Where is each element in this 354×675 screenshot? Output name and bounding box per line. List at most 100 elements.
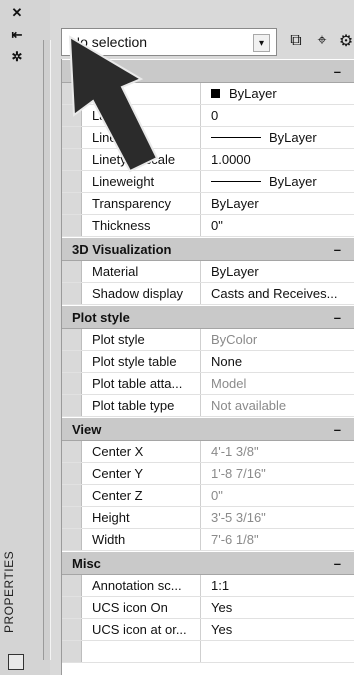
property-value-text: 3'-5 3/16"	[211, 510, 266, 525]
property-value[interactable]: 1:1	[201, 575, 354, 596]
property-row[interactable]: Center Y 1'-8 7/16"	[62, 463, 354, 485]
property-name: UCS icon at or...	[82, 619, 201, 640]
property-value[interactable]: 0"	[201, 485, 354, 506]
property-row[interactable]: Annotation sc... 1:1	[62, 575, 354, 597]
property-value[interactable]	[201, 641, 354, 662]
section-title: 3D Visualization	[72, 241, 172, 257]
selection-toolbar: No selection ▾ ⧉ ⌖ ⚙	[61, 28, 354, 58]
property-value[interactable]: Yes	[201, 597, 354, 618]
property-row[interactable]: UCS icon On Yes	[62, 597, 354, 619]
property-row[interactable]: Plot style table None	[62, 351, 354, 373]
property-value[interactable]: 3'-5 3/16"	[201, 507, 354, 528]
section-header-misc[interactable]: Misc –	[62, 551, 354, 575]
property-value-text: ByLayer	[229, 86, 277, 101]
property-value-text: 1:1	[211, 578, 230, 593]
property-value-text: 7'-6 1/8"	[211, 532, 259, 547]
property-value[interactable]: 4'-1 3/8"	[201, 441, 354, 462]
property-row[interactable]: Width 7'-6 1/8"	[62, 529, 354, 551]
property-row[interactable]: UCS icon at or... Yes	[62, 619, 354, 641]
property-value[interactable]: 0"	[201, 215, 354, 236]
property-name: Transparency	[82, 193, 201, 214]
property-value[interactable]: Casts and Receives...	[201, 283, 354, 304]
section-header-plot-style[interactable]: Plot style –	[62, 305, 354, 329]
property-value-text: Yes	[211, 600, 233, 615]
property-row[interactable]: Color ByLayer	[62, 83, 354, 105]
row-gutter	[62, 261, 82, 282]
close-icon[interactable]: ✕	[8, 5, 26, 20]
property-value[interactable]: ByLayer	[201, 127, 354, 148]
property-value[interactable]: 1.0000	[201, 149, 354, 170]
property-row[interactable]: Layer 0	[62, 105, 354, 127]
property-value[interactable]: Model	[201, 373, 354, 394]
row-gutter	[62, 149, 82, 170]
property-value-text: 0"	[211, 218, 223, 233]
collapse-icon[interactable]: –	[334, 556, 341, 571]
property-value[interactable]: 7'-6 1/8"	[201, 529, 354, 550]
property-value-text: Model	[211, 376, 247, 391]
selection-dropdown[interactable]: No selection ▾	[61, 28, 277, 56]
toggle-pickadd-icon[interactable]: ⧉	[285, 30, 307, 52]
property-value[interactable]: ByLayer	[201, 193, 354, 214]
row-gutter	[62, 641, 82, 662]
property-value[interactable]: 1'-8 7/16"	[201, 463, 354, 484]
palette-resize-rail[interactable]	[43, 40, 51, 660]
collapse-icon[interactable]: –	[334, 242, 341, 257]
auto-hide-icon[interactable]: ⇤	[8, 27, 26, 42]
row-gutter	[62, 395, 82, 416]
section-header-3d-visualization[interactable]: 3D Visualization –	[62, 237, 354, 261]
property-value[interactable]: ByColor	[201, 329, 354, 350]
property-name: Shadow display	[82, 283, 201, 304]
row-gutter	[62, 507, 82, 528]
row-gutter	[62, 441, 82, 462]
property-value[interactable]: ByLayer	[201, 261, 354, 282]
property-row[interactable]: Plot table type Not available	[62, 395, 354, 417]
palette-title-strip: ✕ ⇤ ✲ PROPERTIES	[0, 0, 51, 675]
properties-menu-icon[interactable]: ✲	[8, 49, 26, 64]
property-value[interactable]: 0	[201, 105, 354, 126]
chevron-down-icon[interactable]: ▾	[253, 34, 270, 52]
collapse-icon[interactable]: –	[334, 310, 341, 325]
property-name: UCS icon On	[82, 597, 201, 618]
property-row[interactable]: Linetype scale 1.0000	[62, 149, 354, 171]
property-name: Plot style table	[82, 351, 201, 372]
property-value-text: ByLayer	[269, 130, 317, 145]
property-name: Linetype	[82, 127, 201, 148]
collapse-icon[interactable]: –	[334, 64, 341, 79]
property-row[interactable]: Plot style ByColor	[62, 329, 354, 351]
property-row[interactable]: Thickness 0"	[62, 215, 354, 237]
property-row[interactable]: Lineweight ByLayer	[62, 171, 354, 193]
property-value-text: Casts and Receives...	[211, 286, 338, 301]
palette-icon	[8, 654, 24, 670]
property-row[interactable]: Center Z 0"	[62, 485, 354, 507]
row-gutter	[62, 215, 82, 236]
property-value[interactable]: None	[201, 351, 354, 372]
property-row[interactable]: Shadow display Casts and Receives...	[62, 283, 354, 305]
row-gutter	[62, 485, 82, 506]
property-value[interactable]: Not available	[201, 395, 354, 416]
section-title: View	[72, 421, 102, 437]
line-sample-icon	[211, 137, 261, 138]
color-swatch-icon	[211, 89, 220, 98]
property-row[interactable]: Transparency ByLayer	[62, 193, 354, 215]
line-sample-icon	[211, 181, 261, 182]
property-value[interactable]: ByLayer	[201, 171, 354, 192]
property-row[interactable]: Plot table atta... Model	[62, 373, 354, 395]
property-value[interactable]: ByLayer	[201, 83, 354, 104]
property-name: Annotation sc...	[82, 575, 201, 596]
property-row[interactable]: Height 3'-5 3/16"	[62, 507, 354, 529]
property-value-text: 0	[211, 108, 219, 123]
property-name: Plot table atta...	[82, 373, 201, 394]
property-value[interactable]: Yes	[201, 619, 354, 640]
property-row[interactable]: Linetype ByLayer	[62, 127, 354, 149]
row-gutter	[62, 171, 82, 192]
property-row[interactable]	[62, 641, 354, 663]
select-objects-icon[interactable]: ⌖	[311, 30, 333, 52]
quick-select-icon[interactable]: ⚙	[335, 30, 354, 52]
section-header-general[interactable]: General –	[62, 59, 354, 83]
property-name: Lineweight	[82, 171, 201, 192]
property-row[interactable]: Material ByLayer	[62, 261, 354, 283]
collapse-icon[interactable]: –	[334, 422, 341, 437]
property-value-text: 1'-8 7/16"	[211, 466, 266, 481]
section-header-view[interactable]: View –	[62, 417, 354, 441]
property-row[interactable]: Center X 4'-1 3/8"	[62, 441, 354, 463]
